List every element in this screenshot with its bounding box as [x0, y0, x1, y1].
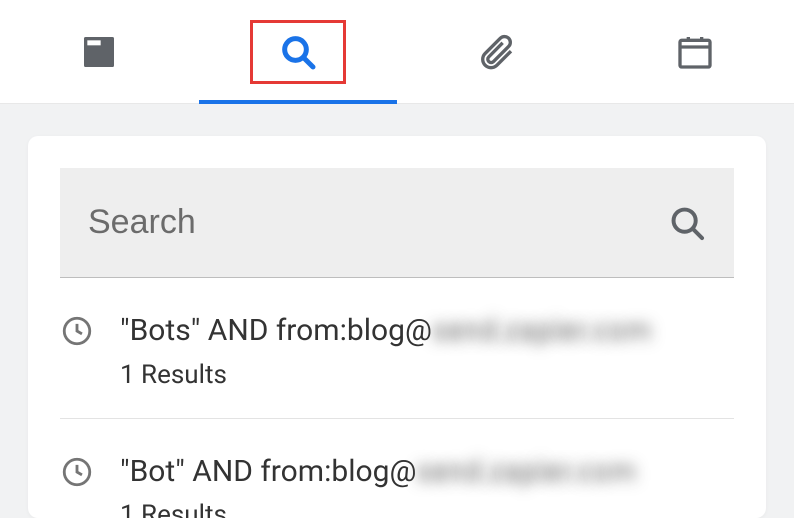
- search-field-row: [60, 168, 734, 278]
- tab-bar: [0, 0, 794, 104]
- search-input[interactable]: [88, 203, 668, 242]
- attachments-tab[interactable]: [397, 0, 596, 103]
- calendar-icon: [675, 32, 715, 72]
- note-icon: [79, 32, 119, 72]
- history-query: "Bot" AND from:blog@send.zapier.com: [120, 453, 734, 491]
- search-tab[interactable]: [199, 0, 398, 103]
- search-card: "Bots" AND from:blog@send.zapier.com 1 R…: [28, 136, 766, 518]
- search-icon: [668, 204, 706, 242]
- content-area: "Bots" AND from:blog@send.zapier.com 1 R…: [0, 104, 794, 518]
- search-icon: [278, 32, 318, 72]
- history-item-texts: "Bot" AND from:blog@send.zapier.com 1 Re…: [120, 453, 734, 518]
- search-history-item[interactable]: "Bots" AND from:blog@send.zapier.com 1 R…: [60, 278, 734, 419]
- notes-tab[interactable]: [0, 0, 199, 103]
- paperclip-icon: [476, 32, 516, 72]
- history-query-obscured: send.zapier.com: [416, 454, 635, 489]
- history-query: "Bots" AND from:blog@send.zapier.com: [120, 312, 734, 350]
- search-history-item[interactable]: "Bot" AND from:blog@send.zapier.com 1 Re…: [60, 419, 734, 518]
- history-item-texts: "Bots" AND from:blog@send.zapier.com 1 R…: [120, 312, 734, 390]
- submit-search-button[interactable]: [668, 204, 706, 242]
- calendar-tab[interactable]: [596, 0, 794, 103]
- history-query-visible: "Bots" AND from:blog@: [120, 313, 432, 348]
- history-results-count: 1 Results: [120, 360, 734, 390]
- history-query-visible: "Bot" AND from:blog@: [120, 454, 416, 489]
- clock-icon: [60, 455, 94, 489]
- clock-icon: [60, 314, 94, 348]
- history-query-obscured: send.zapier.com: [432, 313, 651, 348]
- history-results-count: 1 Results: [120, 500, 734, 518]
